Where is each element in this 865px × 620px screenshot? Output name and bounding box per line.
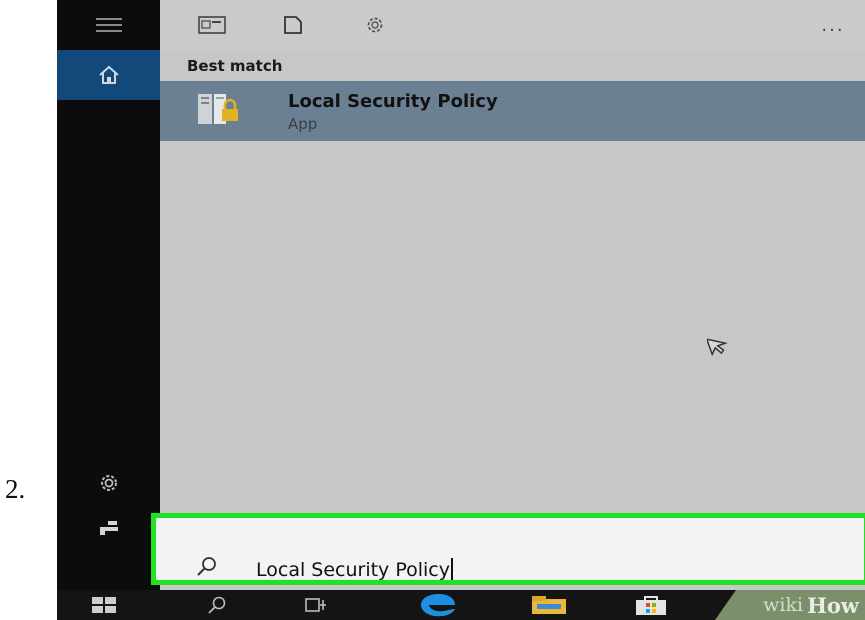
left-rail	[57, 0, 160, 590]
best-match-result[interactable]: Local Security Policy App	[160, 81, 865, 141]
start-search-panel: ... Best match Local Security Policy App…	[57, 0, 865, 620]
edge-browser-icon	[421, 594, 455, 617]
hamburger-menu-icon	[95, 18, 122, 32]
settings-filter-button[interactable]	[353, 10, 397, 40]
apps-filter-icon	[198, 16, 226, 34]
more-options-button[interactable]: ...	[808, 10, 858, 40]
store-button[interactable]	[629, 593, 673, 617]
hamburger-menu-button[interactable]	[57, 0, 160, 50]
search-icon	[208, 596, 226, 614]
text-caret	[451, 558, 453, 580]
start-button[interactable]	[89, 593, 119, 617]
result-subtitle: App	[288, 115, 318, 133]
store-icon	[636, 596, 666, 615]
best-match-heading: Best match	[187, 57, 283, 75]
taskbar-search-button[interactable]	[202, 593, 232, 617]
step-number: 2.	[5, 474, 26, 504]
watermark-prefix: wiki	[763, 594, 804, 616]
settings-button[interactable]	[57, 458, 160, 508]
security-policy-app-icon	[198, 94, 238, 124]
settings-gear-icon	[100, 475, 117, 491]
settings-filter-icon	[367, 17, 383, 33]
search-input-value: Local Security Policy	[256, 559, 450, 581]
edge-browser-button[interactable]	[417, 593, 461, 617]
search-box[interactable]: Local Security Policy	[151, 513, 865, 585]
wikihow-watermark: wiki How	[715, 590, 865, 620]
task-view-icon	[305, 598, 326, 612]
watermark-suffix: How	[807, 592, 859, 618]
feedback-button[interactable]	[57, 503, 160, 553]
user-feedback-icon	[99, 521, 118, 535]
apps-filter-button[interactable]	[190, 10, 234, 40]
documents-filter-button[interactable]	[271, 10, 315, 40]
windows-start-icon	[92, 597, 116, 613]
result-title: Local Security Policy	[288, 91, 498, 112]
file-explorer-button[interactable]	[527, 593, 571, 617]
search-filter-toolbar: ...	[160, 0, 865, 50]
documents-filter-icon	[284, 16, 302, 34]
mouse-pointer-icon	[707, 338, 728, 356]
file-explorer-icon	[532, 596, 566, 614]
search-icon	[197, 557, 216, 576]
home-button[interactable]	[57, 50, 160, 100]
home-icon	[98, 65, 119, 84]
task-view-button[interactable]	[302, 593, 332, 617]
search-input[interactable]: Local Security Policy	[256, 558, 453, 581]
